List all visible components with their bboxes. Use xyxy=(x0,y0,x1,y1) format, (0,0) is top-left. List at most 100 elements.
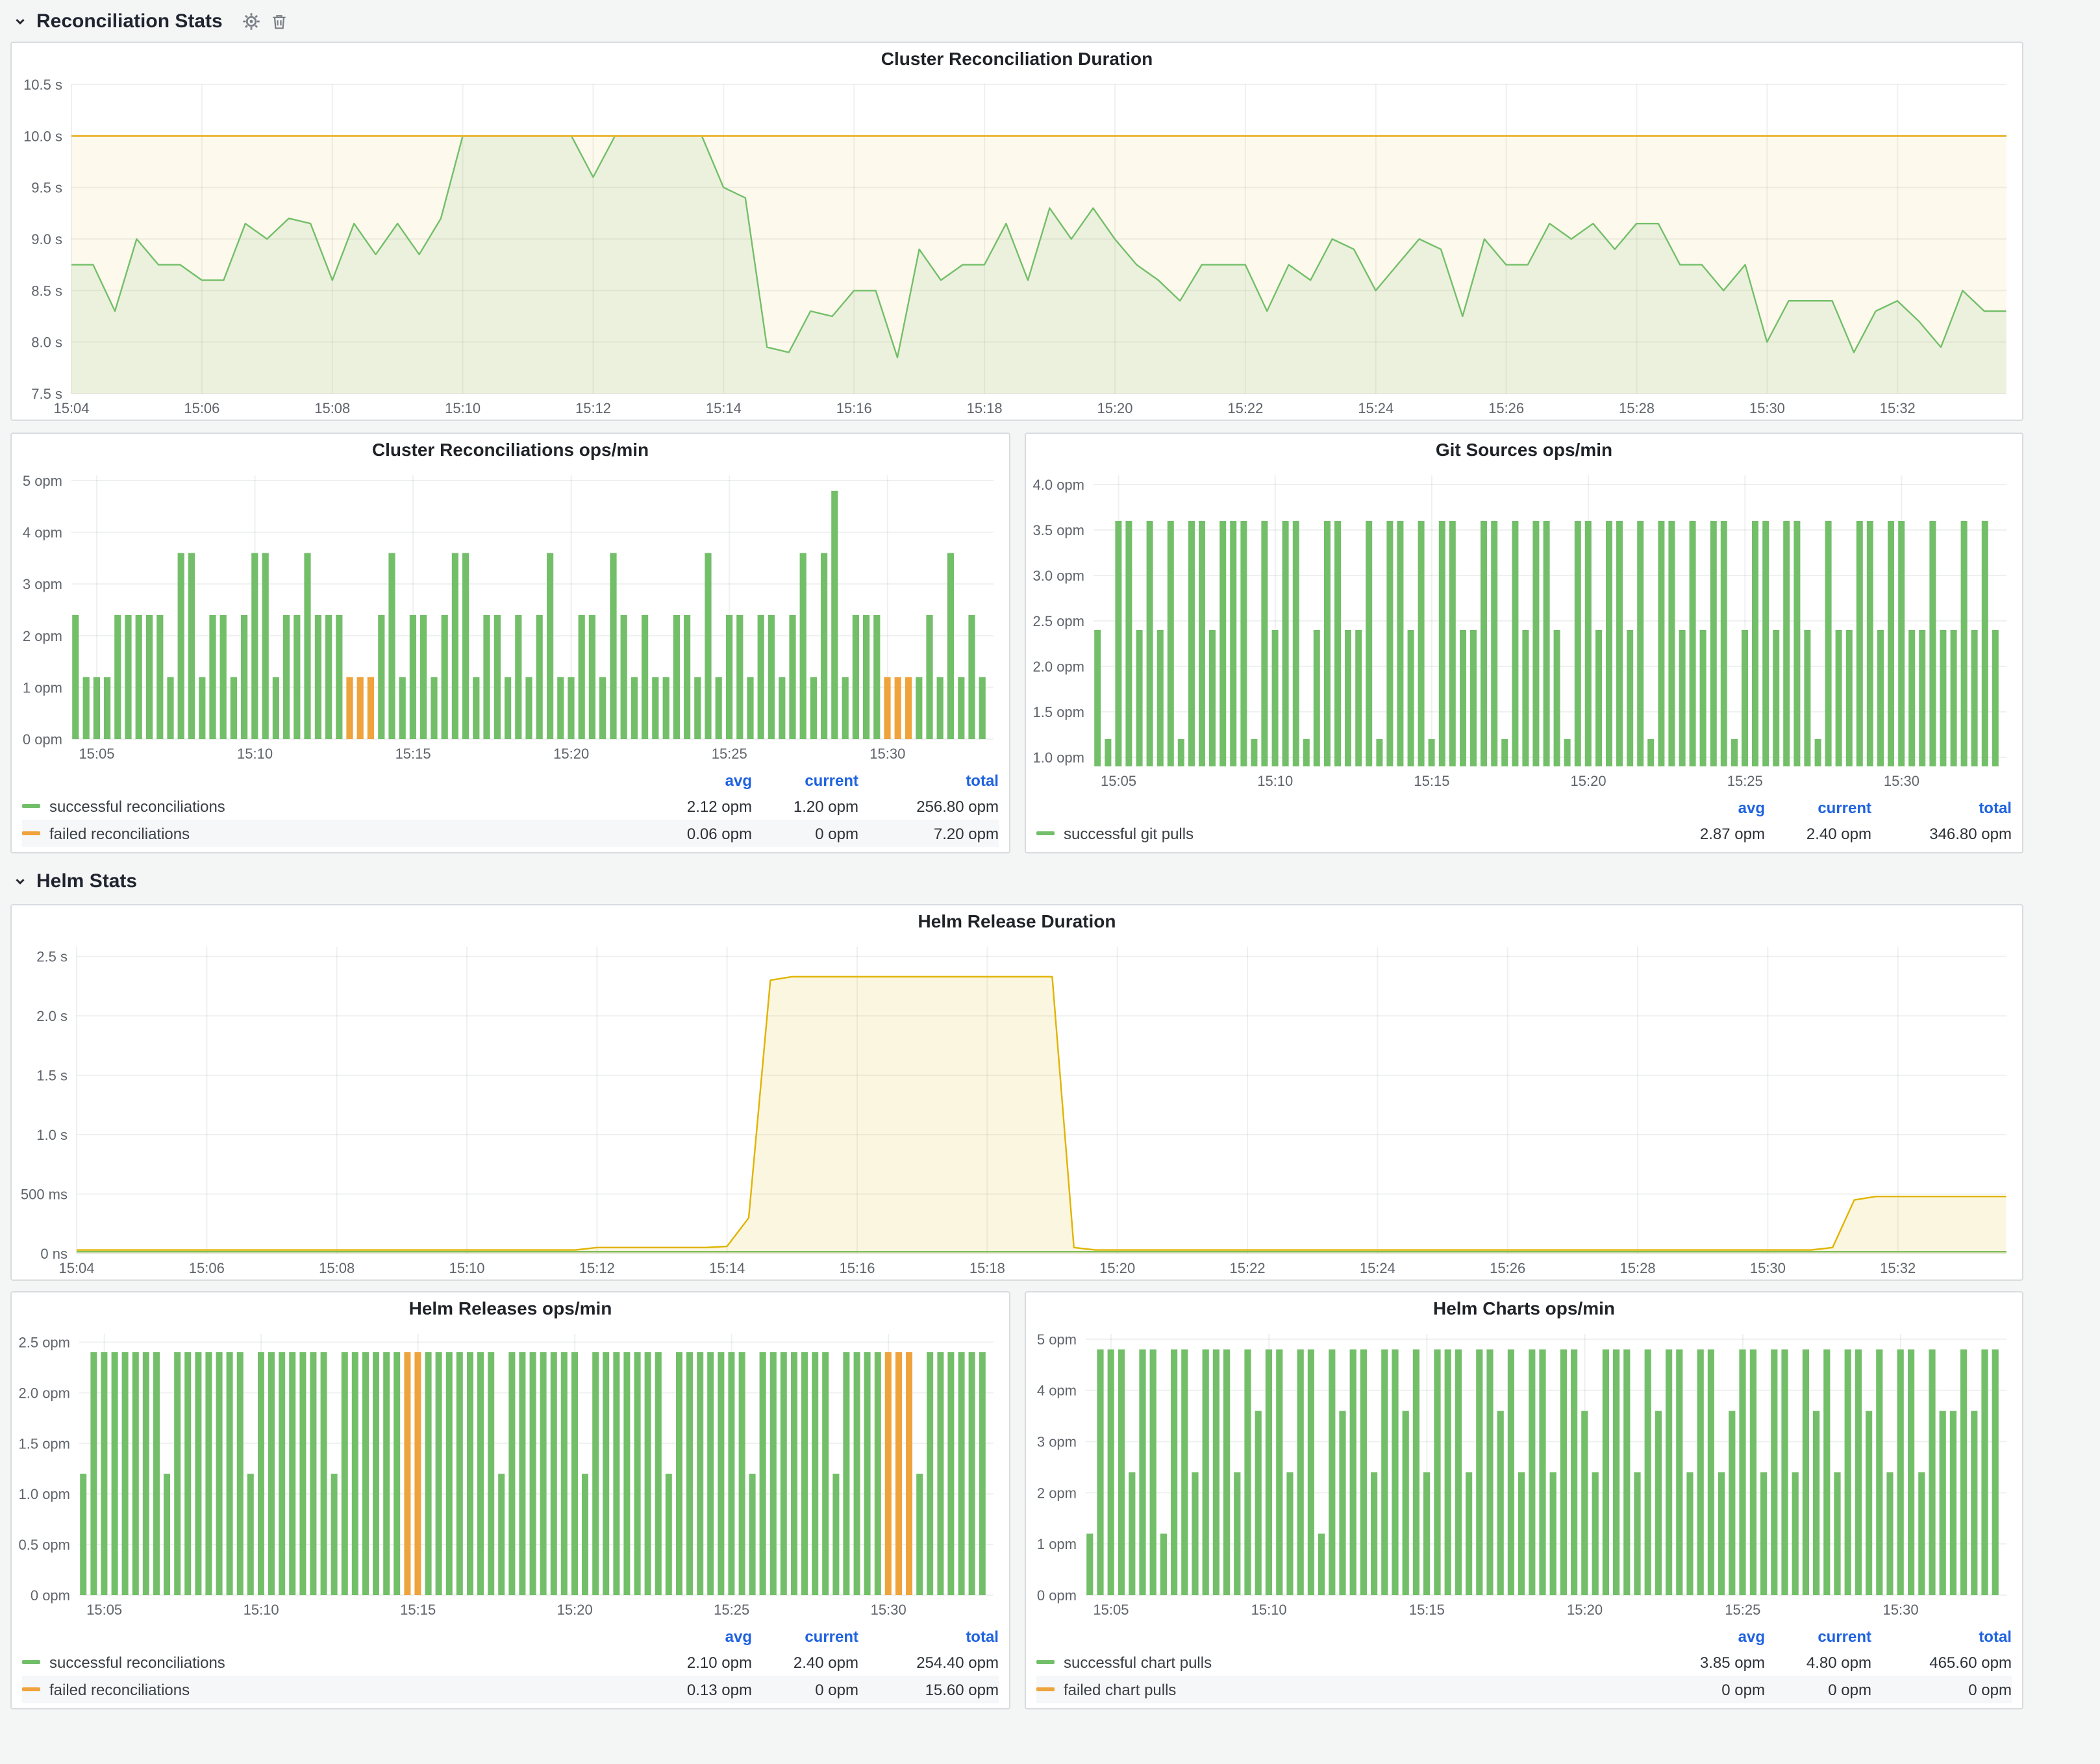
chevron-down-icon[interactable] xyxy=(13,14,27,28)
series-name: successful git pulls xyxy=(1064,824,1194,842)
series-name: failed chart pulls xyxy=(1064,1680,1176,1698)
svg-text:15:15: 15:15 xyxy=(1409,1602,1445,1618)
stat-current: 2.40 opm xyxy=(752,1653,858,1671)
panel-title-helm-release-duration[interactable]: Helm Release Duration xyxy=(12,905,2022,937)
chart-git-sources-opm[interactable]: 1.0 opm1.5 opm2.0 opm2.5 opm3.0 opm3.5 o… xyxy=(1026,465,2022,792)
panel-title-git-sources-opm[interactable]: Git Sources ops/min xyxy=(1026,434,2022,465)
stat-avg: 0.06 opm xyxy=(651,824,752,842)
section-title-reconciliation-stats[interactable]: Reconciliation Stats xyxy=(36,10,223,32)
series-name: successful chart pulls xyxy=(1064,1653,1212,1671)
panel-title-helm-charts-opm[interactable]: Helm Charts ops/min xyxy=(1026,1292,2022,1324)
stat-total: 7.20 opm xyxy=(858,824,999,842)
svg-text:15:10: 15:10 xyxy=(237,746,273,762)
legend-col-avg[interactable]: avg xyxy=(1664,1627,1765,1645)
svg-text:15:04: 15:04 xyxy=(58,1260,94,1276)
svg-text:2.5 opm: 2.5 opm xyxy=(1033,613,1085,629)
legend-series-label[interactable]: successful reconciliations xyxy=(22,797,651,815)
legend-series-label[interactable]: failed reconciliations xyxy=(22,1680,651,1698)
svg-text:0.5 opm: 0.5 opm xyxy=(19,1537,71,1553)
svg-text:2.5 opm: 2.5 opm xyxy=(19,1334,71,1350)
legend-series-label[interactable]: successful chart pulls xyxy=(1036,1653,1664,1671)
legend-col-avg[interactable]: avg xyxy=(651,1627,752,1645)
legend-col-avg[interactable]: avg xyxy=(651,771,752,789)
section-title-helm-stats[interactable]: Helm Stats xyxy=(36,870,137,892)
legend-col-avg[interactable]: avg xyxy=(1664,798,1765,816)
stat-total: 15.60 opm xyxy=(858,1680,999,1698)
svg-text:15:15: 15:15 xyxy=(395,746,431,762)
legend-col-current[interactable]: current xyxy=(752,771,858,789)
panel-git-sources-opm: Git Sources ops/min 1.0 opm1.5 opm2.0 op… xyxy=(1025,433,2023,853)
section-reconciliation-stats: Reconciliation Stats xyxy=(13,4,289,38)
stat-avg: 2.12 opm xyxy=(651,797,752,815)
svg-text:15:24: 15:24 xyxy=(1358,400,1394,416)
legend-row-successful-reconciliations: successful reconciliations 2.12 opm 1.20… xyxy=(22,792,999,820)
legend-row-successful-reconciliations: successful reconciliations 2.10 opm 2.40… xyxy=(22,1648,999,1676)
legend-col-total[interactable]: total xyxy=(1871,1627,2012,1645)
panel-helm-charts-opm: Helm Charts ops/min 0 opm1 opm2 opm3 opm… xyxy=(1025,1291,2023,1709)
svg-text:9.5 s: 9.5 s xyxy=(31,180,62,196)
svg-text:1.0 opm: 1.0 opm xyxy=(19,1486,71,1502)
svg-text:5 opm: 5 opm xyxy=(1037,1331,1077,1348)
legend-series-label[interactable]: successful reconciliations xyxy=(22,1653,651,1671)
svg-text:15:10: 15:10 xyxy=(449,1260,484,1276)
legend-col-current[interactable]: current xyxy=(1765,1627,1871,1645)
series-swatch xyxy=(22,1660,40,1664)
svg-text:4 opm: 4 opm xyxy=(1037,1383,1077,1399)
stat-avg: 2.10 opm xyxy=(651,1653,752,1671)
panel-cluster-reconciliation-duration: Cluster Reconciliation Duration 7.5 s8.0… xyxy=(10,42,2023,421)
svg-text:15:22: 15:22 xyxy=(1230,1260,1266,1276)
svg-text:8.0 s: 8.0 s xyxy=(31,334,62,351)
svg-text:3.5 opm: 3.5 opm xyxy=(1033,522,1085,538)
svg-text:15:30: 15:30 xyxy=(1883,1602,1919,1618)
panel-helm-releases-opm: Helm Releases ops/min 0 opm 0.5 opm 1.0 op… xyxy=(10,1291,1010,1709)
series-swatch xyxy=(1036,831,1055,835)
svg-text:15:16: 15:16 xyxy=(839,1260,875,1276)
chart-helm-release-duration[interactable]: 0 ns500 ms1.0 s1.5 s2.0 s2.5 s15:0415:06… xyxy=(12,937,2022,1279)
chevron-down-icon[interactable] xyxy=(13,874,27,888)
legend-col-total[interactable]: total xyxy=(858,1627,999,1645)
svg-text:1.5 opm: 1.5 opm xyxy=(19,1435,71,1452)
svg-text:15:08: 15:08 xyxy=(319,1260,355,1276)
svg-text:15:10: 15:10 xyxy=(1251,1602,1287,1618)
stat-total: 254.40 opm xyxy=(858,1653,999,1671)
svg-text:15:28: 15:28 xyxy=(1619,400,1655,416)
legend-helm-releases: avg current total successful reconciliat… xyxy=(12,1621,1009,1708)
svg-text:15:10: 15:10 xyxy=(1257,773,1293,789)
legend-series-label[interactable]: successful git pulls xyxy=(1036,824,1664,842)
svg-text:15:20: 15:20 xyxy=(553,746,589,762)
svg-text:3.0 opm: 3.0 opm xyxy=(1033,568,1085,584)
svg-text:15:28: 15:28 xyxy=(1620,1260,1656,1276)
svg-text:15:05: 15:05 xyxy=(79,746,114,762)
panel-title-cluster-reconciliation-duration[interactable]: Cluster Reconciliation Duration xyxy=(12,43,2022,74)
gear-icon[interactable] xyxy=(242,11,262,31)
chart-cluster-reconciliations-opm[interactable]: 0 opm1 opm2 opm3 opm4 opm5 opm15:0515:10… xyxy=(12,465,1009,765)
stat-total: 346.80 opm xyxy=(1871,824,2012,842)
section-helm-stats: Helm Stats xyxy=(13,864,137,898)
legend-series-label[interactable]: failed reconciliations xyxy=(22,824,651,842)
panel-cluster-reconciliations-opm: Cluster Reconciliations ops/min 0 opm1 o… xyxy=(10,433,1010,853)
stat-total: 0 opm xyxy=(1871,1680,2012,1698)
svg-text:2.0 s: 2.0 s xyxy=(36,1008,68,1024)
svg-text:15:14: 15:14 xyxy=(709,1260,745,1276)
svg-text:15:15: 15:15 xyxy=(1414,773,1449,789)
legend-col-current[interactable]: current xyxy=(752,1627,858,1645)
stat-avg: 2.87 opm xyxy=(1664,824,1765,842)
svg-text:0 opm: 0 opm xyxy=(1037,1587,1077,1604)
legend-col-total[interactable]: total xyxy=(858,771,999,789)
panel-title-cluster-reconciliations-opm[interactable]: Cluster Reconciliations ops/min xyxy=(12,434,1009,465)
legend-col-total[interactable]: total xyxy=(1871,798,2012,816)
chart-cluster-reconciliation-duration[interactable]: 7.5 s8.0 s8.5 s9.0 s9.5 s10.0 s10.5 s15:… xyxy=(12,74,2022,420)
legend-cluster-reconciliations: avg current total successful reconciliat… xyxy=(12,765,1009,852)
legend-col-current[interactable]: current xyxy=(1765,798,1871,816)
svg-text:1.0 opm: 1.0 opm xyxy=(1033,750,1085,766)
svg-text:0 opm: 0 opm xyxy=(31,1587,70,1604)
panel-title-helm-releases-opm[interactable]: Helm Releases ops/min xyxy=(12,1292,1009,1324)
trash-icon[interactable] xyxy=(271,11,289,31)
legend-row-successful-chart-pulls: successful chart pulls 3.85 opm 4.80 opm… xyxy=(1036,1648,2012,1676)
svg-text:15:30: 15:30 xyxy=(869,746,905,762)
stat-total: 465.60 opm xyxy=(1871,1653,2012,1671)
legend-series-label[interactable]: failed chart pulls xyxy=(1036,1680,1664,1698)
chart-helm-charts-opm[interactable]: 0 opm1 opm2 opm3 opm4 opm5 opm15:0515:10… xyxy=(1026,1324,2022,1621)
stat-current: 1.20 opm xyxy=(752,797,858,815)
chart-helm-releases-opm[interactable]: 0 opm0.5 opm1.0 opm1.5 opm2.0 opm2.5 opm… xyxy=(12,1324,1009,1621)
